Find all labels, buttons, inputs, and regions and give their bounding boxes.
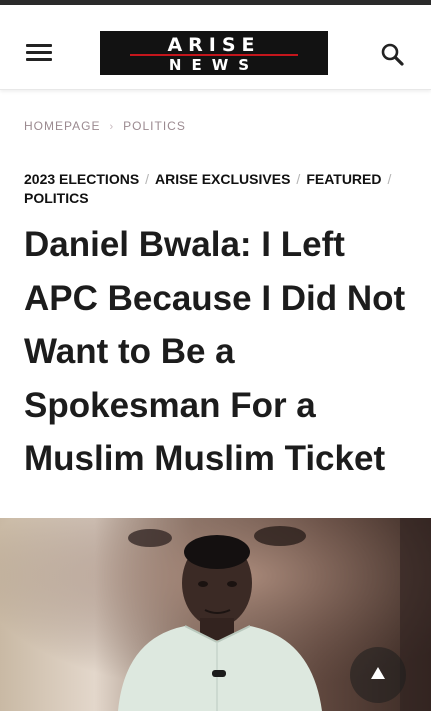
- category-separator: /: [387, 171, 392, 187]
- search-icon[interactable]: [380, 42, 406, 68]
- breadcrumb-separator: ›: [109, 121, 115, 133]
- menu-bar: [26, 51, 52, 54]
- menu-bar: [26, 58, 52, 61]
- breadcrumb: HOMEPAGE › POLITICS: [24, 119, 186, 133]
- category-link-2023-elections[interactable]: 2023 ELECTIONS: [24, 171, 139, 187]
- breadcrumb-item-politics[interactable]: POLITICS: [123, 119, 186, 133]
- category-separator: /: [296, 171, 301, 187]
- logo-line-1: ARISE: [167, 34, 261, 56]
- logo-red-rule: [130, 54, 298, 56]
- site-header: ARISE NEWS: [0, 5, 431, 90]
- article-page: ARISE NEWS HOMEPAGE › POLITICS 2023 ELECTI…: [0, 0, 431, 711]
- category-separator: /: [145, 171, 150, 187]
- article-categories: 2023 ELECTIONS / ARISE EXCLUSIVES / FEATURED…: [24, 170, 414, 208]
- logo-line-2: NEWS: [168, 56, 260, 74]
- category-link-politics[interactable]: POLITICS: [24, 190, 89, 206]
- scroll-to-top-icon: [371, 667, 385, 679]
- category-link-featured[interactable]: FEATURED: [306, 171, 381, 187]
- menu-bar: [26, 44, 52, 47]
- breadcrumb-item-homepage[interactable]: HOMEPAGE: [24, 119, 100, 133]
- article-headline: Daniel Bwala: I Left APC Because I Did N…: [24, 225, 406, 478]
- arise-news-logo[interactable]: ARISE NEWS: [100, 31, 328, 75]
- scroll-to-top-button[interactable]: [350, 647, 406, 703]
- hamburger-menu-icon[interactable]: [24, 41, 54, 65]
- category-link-arise-exclusives[interactable]: ARISE EXCLUSIVES: [155, 171, 290, 187]
